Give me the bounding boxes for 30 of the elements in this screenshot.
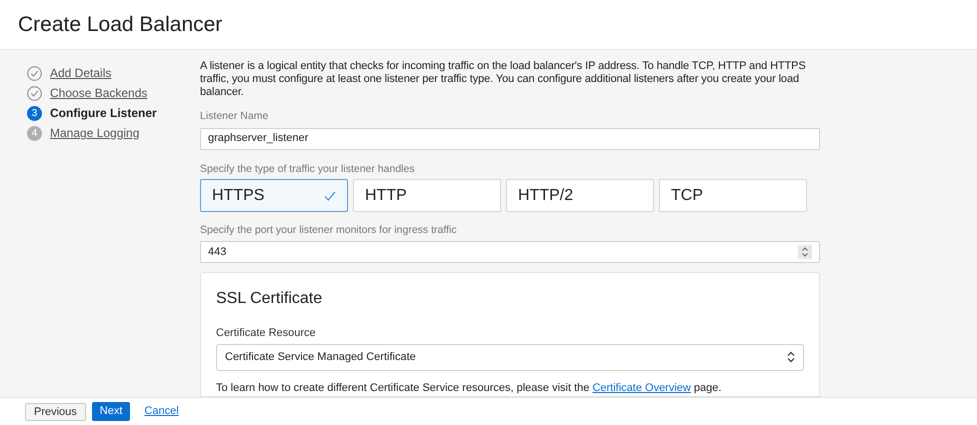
- traffic-type-option[interactable]: TCP: [659, 179, 807, 212]
- traffic-type-option[interactable]: HTTP/2: [506, 179, 654, 212]
- check-icon: [324, 190, 336, 201]
- port-field[interactable]: 443: [200, 241, 820, 263]
- step-number: 3: [27, 106, 42, 120]
- traffic-type-option[interactable]: HTTP: [353, 179, 501, 212]
- check-circle-icon: [27, 66, 42, 80]
- description-text: A listener is a logical entity that checks for incoming traffic on the load balancer's IP address. To handle TCP, HTTP and HTTPS traffic, you must configure at least one listener per traffic type. You can configure additional listeners after you create your load balancer.: [200, 60, 807, 99]
- step-link[interactable]: Manage Logging: [50, 124, 140, 142]
- section-title: SSL Certificate: [216, 289, 324, 309]
- check-circle-icon: [27, 86, 42, 100]
- certificate-overview-link[interactable]: Certificate Overview: [592, 382, 691, 394]
- listener-name-field[interactable]: graphserver_listener: [200, 128, 820, 150]
- traffic-type-option[interactable]: HTTPS: [200, 179, 348, 212]
- step-number: 4: [27, 126, 42, 140]
- field-label: Certificate Resource: [216, 326, 317, 341]
- field-label: Specify the type of traffic your listener handles: [200, 162, 416, 177]
- cancel-link[interactable]: Cancel: [144, 403, 179, 420]
- page-title: Create Load Balancer: [18, 12, 222, 38]
- field-label: Listener Name: [200, 109, 270, 124]
- updown-caret-icon: [787, 351, 795, 363]
- certificate-resource-select[interactable]: Certificate Service Managed Certificate: [216, 344, 804, 370]
- field-label: Specify the port your listener monitors for ingress traffic: [200, 223, 458, 238]
- next-button[interactable]: Next: [92, 402, 130, 421]
- previous-button[interactable]: Previous: [25, 402, 86, 420]
- help-text: To learn how to create different Certificate Service resources, please visit the Certificate Overview page.: [216, 380, 722, 396]
- step-label: Configure Listener: [50, 105, 157, 122]
- step-link[interactable]: Add Details: [50, 64, 112, 82]
- spinner-icon: [798, 245, 812, 260]
- step-link[interactable]: Choose Backends: [50, 84, 148, 102]
